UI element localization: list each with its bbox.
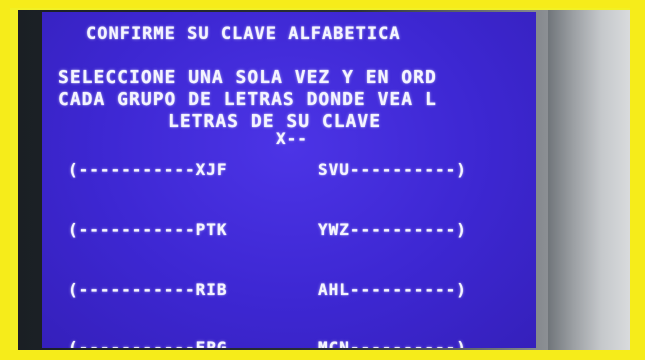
option-left-xjf[interactable]: (-----------XJF: [68, 160, 228, 179]
atm-screen: CONFIRME SU CLAVE ALFABETICA SELECCIONE …: [42, 12, 536, 348]
yellow-border-bottom: [0, 350, 645, 360]
option-right-ywz[interactable]: YWZ----------): [318, 220, 467, 239]
instruction-line-3: LETRAS DE SU CLAVE: [168, 111, 382, 132]
instruction-line-1: SELECCIONE UNA SOLA VEZ Y EN ORD: [58, 67, 437, 88]
option-left-rib[interactable]: (-----------RIB: [68, 280, 228, 299]
option-right-ahl[interactable]: AHL----------): [318, 280, 467, 299]
option-right-mcn[interactable]: MCN----------): [318, 338, 467, 348]
instruction-line-2: CADA GRUPO DE LETRAS DONDE VEA L: [58, 89, 437, 110]
atm-side-panel: [548, 10, 630, 350]
entered-key-marker: X--: [276, 129, 308, 148]
yellow-border-right: [630, 0, 645, 360]
option-right-svu[interactable]: SVU----------): [318, 160, 467, 179]
screen-title: CONFIRME SU CLAVE ALFABETICA: [86, 24, 401, 44]
option-left-ptk[interactable]: (-----------PTK: [68, 220, 228, 239]
option-left-epg[interactable]: (-----------EPG: [68, 338, 228, 348]
